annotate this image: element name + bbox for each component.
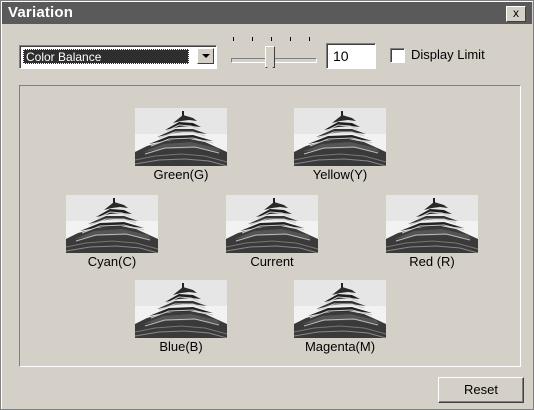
variation-magenta[interactable]: Magenta(M)	[292, 280, 388, 354]
variation-label: Yellow(Y)	[312, 167, 368, 182]
variations-panel: Green(G) Yellow(Y) Cyan(C) Current Red (…	[19, 85, 521, 367]
slider-tick	[290, 37, 291, 41]
variation-yellow[interactable]: Yellow(Y)	[292, 108, 388, 182]
close-icon: x	[513, 6, 519, 20]
variation-label: Current	[250, 254, 294, 269]
variation-green[interactable]: Green(G)	[133, 108, 229, 182]
display-limit-checkbox[interactable]	[390, 48, 405, 63]
variation-current[interactable]: Current	[224, 195, 320, 269]
slider-thumb[interactable]	[265, 46, 275, 72]
slider-tick	[271, 37, 272, 41]
title-bar[interactable]: Variation x	[2, 2, 532, 24]
window-title: Variation	[8, 4, 74, 21]
variation-red[interactable]: Red (R)	[384, 195, 480, 269]
variation-label: Magenta(M)	[304, 339, 376, 354]
slider-tick	[309, 37, 310, 41]
castle-thumbnail	[135, 280, 227, 338]
variation-label: Blue(B)	[159, 339, 203, 354]
variation-label: Red (R)	[409, 254, 455, 269]
castle-thumbnail	[386, 195, 478, 253]
reset-button[interactable]: Reset	[438, 377, 524, 403]
close-button[interactable]: x	[506, 6, 526, 22]
castle-thumbnail	[294, 108, 386, 166]
display-limit-label: Display Limit	[411, 47, 485, 62]
variation-dialog: Variation x Color Balance 10 Display Lim…	[0, 0, 534, 410]
slider-tick	[252, 37, 253, 41]
step-slider[interactable]	[229, 37, 319, 73]
step-value-input[interactable]: 10	[326, 43, 376, 69]
castle-thumbnail	[135, 108, 227, 166]
castle-thumbnail	[294, 280, 386, 338]
variation-label: Cyan(C)	[87, 254, 137, 269]
castle-thumbnail	[226, 195, 318, 253]
variation-cyan[interactable]: Cyan(C)	[64, 195, 160, 269]
mode-dropdown-value: Color Balance	[23, 49, 189, 64]
chevron-down-icon[interactable]	[197, 48, 214, 64]
variation-label: Green(G)	[153, 167, 209, 182]
variation-blue[interactable]: Blue(B)	[133, 280, 229, 354]
slider-tick	[233, 37, 234, 41]
mode-dropdown[interactable]: Color Balance	[19, 45, 217, 69]
castle-thumbnail	[66, 195, 158, 253]
